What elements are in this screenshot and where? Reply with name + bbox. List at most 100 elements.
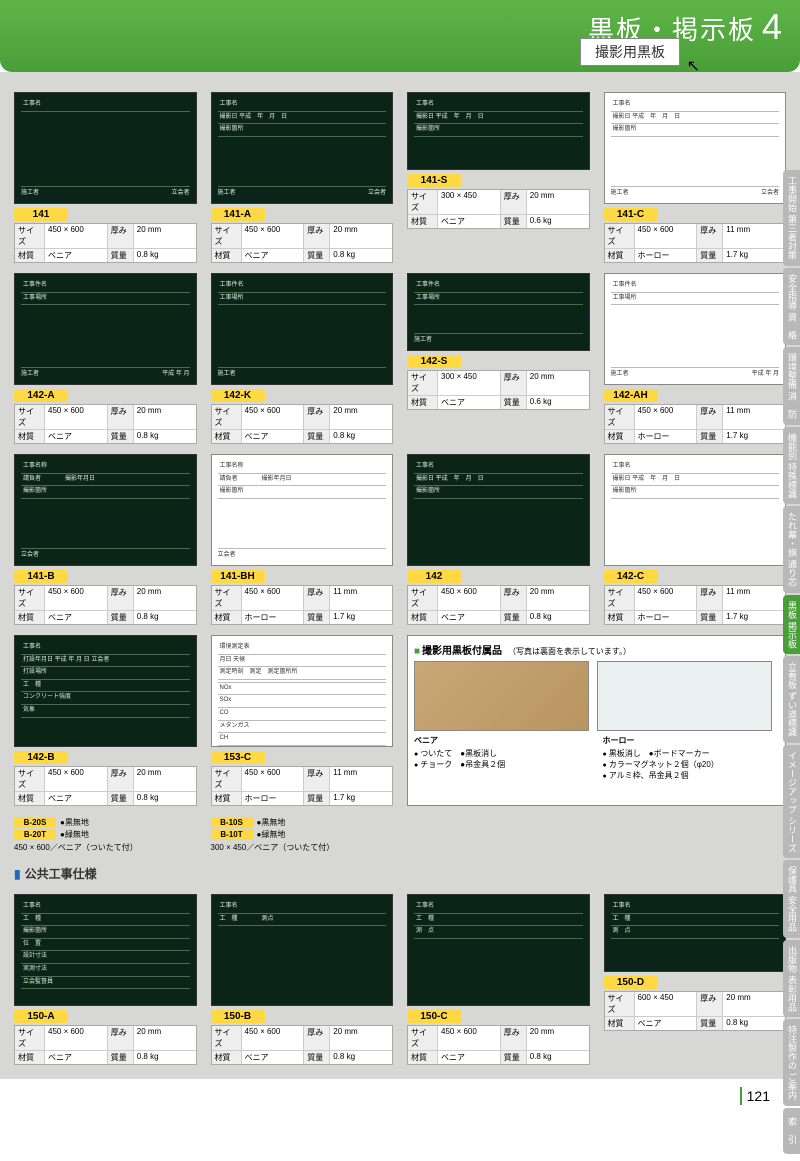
- side-tab[interactable]: 環境整備 消 防: [783, 347, 800, 425]
- product-141-S: 工事名撮影日 平成 年 月 日撮影箇所 141-S サイズ300 × 450厚み…: [407, 92, 590, 263]
- spec-table: サイズ450 × 600厚み20 mm 材質ベニア質量0.8 kg: [211, 404, 394, 444]
- product-142-S: 工事件名工事場所施工者 142-S サイズ300 × 450厚み20 mm 材質…: [407, 273, 590, 444]
- product-142-A: 工事件名工事場所施工者 平成 年 月 142-A サイズ450 × 600厚み2…: [14, 273, 197, 444]
- spec-table: サイズ450 × 600厚み11 mm 材質ホーロー質量1.7 kg: [604, 223, 787, 263]
- product-141-B: 工事名称請負者 撮影年月日撮影箇所立会者 141-B サイズ450 × 600厚…: [14, 454, 197, 625]
- product-label: 141-C: [604, 208, 658, 221]
- product-label: 141-A: [211, 208, 265, 221]
- product-150-C: 工事名工 種測 点 150-C サイズ450 × 600厚み20 mm 材質ベニ…: [407, 894, 590, 1065]
- side-tab[interactable]: 特注製作の ご案内: [783, 1019, 800, 1106]
- side-tab[interactable]: イメージアップ シリーズ: [783, 745, 800, 859]
- product-label: 141-S: [407, 174, 461, 187]
- side-tabs: 工事開始 第三者対策安全指導 資 格環境整備 消 防機能別 特殊標識たれ幕・旗 …: [783, 170, 800, 1154]
- board-image: 工事名称請負者 撮影年月日撮影箇所立会者: [211, 454, 394, 566]
- page-header: 黒板・掲示板4 撮影用黒板 ↖: [0, 0, 800, 72]
- side-tab[interactable]: 工事開始 第三者対策: [783, 170, 800, 266]
- spec-table: サイズ450 × 600厚み20 mm 材質ベニア質量0.8 kg: [211, 223, 394, 263]
- board-image: 工事名打設年月日 平成 年 月 日 立会者打設場所工 種コンクリート強度気象: [14, 635, 197, 747]
- spec-table: サイズ450 × 600厚み20 mm 材質ベニア質量0.8 kg: [14, 404, 197, 444]
- board-image: 工事名撮影日 平成 年 月 日撮影箇所: [604, 454, 787, 566]
- product-142: 工事名撮影日 平成 年 月 日撮影箇所 142 サイズ450 × 600厚み20…: [407, 454, 590, 625]
- accessory-image-enamel: [597, 661, 772, 731]
- product-150-D: 工事名工 種測 点 150-D サイズ600 × 450厚み20 mm 材質ベニ…: [604, 894, 787, 1065]
- product-label: 142-AH: [604, 389, 658, 402]
- subheader: 撮影用黒板: [580, 38, 680, 66]
- product-label: 150-C: [407, 1010, 461, 1023]
- side-tab[interactable]: 機能別 特殊標識: [783, 427, 800, 505]
- content-area: 工事名施工者立会者 141 サイズ450 × 600厚み20 mm 材質ベニア質…: [0, 72, 800, 1079]
- board-image: 環境測定表月日 天候測定時刻 測定 測定箇所所NOxSOxCOメタンガスCH: [211, 635, 394, 747]
- header-number: 4: [762, 6, 784, 47]
- board-image: 工事名撮影日 平成 年 月 日撮影箇所施工者立会者: [211, 92, 394, 204]
- accessory-box: 撮影用黒板付属品 （写真は裏面を表示しています。） ベニアついたて ●黒板消しチ…: [407, 635, 786, 806]
- spec-table: サイズ450 × 600厚み11 mm 材質ホーロー質量1.7 kg: [604, 404, 787, 444]
- variant-block: B-20S●黒無地B-20T●緑無地 450 × 600／ベニア（ついたて付）: [14, 816, 197, 853]
- variant-label: B-20S: [14, 817, 56, 828]
- page-number: 121: [0, 1079, 800, 1113]
- side-tab[interactable]: 索 引: [783, 1108, 800, 1154]
- product-141-A: 工事名撮影日 平成 年 月 日撮影箇所施工者立会者 141-A サイズ450 ×…: [211, 92, 394, 263]
- spec-table: サイズ450 × 600厚み20 mm 材質ベニア質量0.8 kg: [407, 1025, 590, 1065]
- variant-block: B-10S●黒無地B-10T●緑無地 300 × 450／ベニア（ついたて付）: [211, 816, 394, 853]
- variant-label: B-10S: [211, 817, 253, 828]
- cursor-icon: ↖: [687, 56, 700, 76]
- product-label: 150-B: [211, 1010, 265, 1023]
- spec-table: サイズ450 × 600厚み20 mm 材質ベニア質量0.8 kg: [211, 1025, 394, 1065]
- spec-table: サイズ300 × 450厚み20 mm 材質ベニア質量0.6 kg: [407, 370, 590, 410]
- product-label: 141-B: [14, 570, 68, 583]
- board-image: 工事名撮影日 平成 年 月 日撮影箇所施工者立会者: [604, 92, 787, 204]
- product-label: 150-A: [14, 1010, 68, 1023]
- section-title: 公共工事仕様: [14, 863, 786, 884]
- board-image: 工事件名工事場所施工者: [407, 273, 590, 351]
- board-image: 工事件名工事場所施工者 平成 年 月: [604, 273, 787, 385]
- product-label: 142-A: [14, 389, 68, 402]
- spec-table: サイズ450 × 600厚み20 mm 材質ベニア質量0.8 kg: [14, 223, 197, 263]
- board-image: 工事名施工者立会者: [14, 92, 197, 204]
- board-image: 工事名工 種 測点: [211, 894, 394, 1006]
- spec-table: サイズ600 × 450厚み20 mm 材質ベニア質量0.8 kg: [604, 991, 787, 1031]
- accessory-image-veneer: [414, 661, 589, 731]
- product-label: 142-S: [407, 355, 461, 368]
- product-142-B: 工事名打設年月日 平成 年 月 日 立会者打設場所工 種コンクリート強度気象 1…: [14, 635, 197, 806]
- board-image: 工事名工 種測 点: [407, 894, 590, 1006]
- board-image: 工事名称請負者 撮影年月日撮影箇所立会者: [14, 454, 197, 566]
- board-image: 工事名撮影日 平成 年 月 日撮影箇所: [407, 454, 590, 566]
- product-label: 142: [407, 570, 461, 583]
- product-label: 142-B: [14, 751, 68, 764]
- product-141: 工事名施工者立会者 141 サイズ450 × 600厚み20 mm 材質ベニア質…: [14, 92, 197, 263]
- product-141-BH: 工事名称請負者 撮影年月日撮影箇所立会者 141-BH サイズ450 × 600…: [211, 454, 394, 625]
- spec-table: サイズ450 × 600厚み20 mm 材質ベニア質量0.8 kg: [407, 585, 590, 625]
- spec-table: サイズ450 × 600厚み11 mm 材質ホーロー質量1.7 kg: [604, 585, 787, 625]
- spec-table: サイズ300 × 450厚み20 mm 材質ベニア質量0.6 kg: [407, 189, 590, 229]
- product-label: 141-BH: [211, 570, 265, 583]
- side-tab[interactable]: 出版物 表彰用品: [783, 940, 800, 1018]
- board-image: 工事名撮影日 平成 年 月 日撮影箇所: [407, 92, 590, 170]
- product-label: 150-D: [604, 976, 658, 989]
- product-label: 141: [14, 208, 68, 221]
- side-tab[interactable]: 黒板 掲示板: [783, 595, 800, 655]
- spec-table: サイズ450 × 600厚み11 mm 材質ホーロー質量1.7 kg: [211, 766, 394, 806]
- board-image: 工事件名工事場所施工者: [211, 273, 394, 385]
- side-tab[interactable]: 保護具 安全用品: [783, 860, 800, 938]
- variant-label: B-10T: [211, 829, 253, 840]
- spec-table: サイズ450 × 600厚み20 mm 材質ベニア質量0.8 kg: [14, 585, 197, 625]
- product-142-K: 工事件名工事場所施工者 142-K サイズ450 × 600厚み20 mm 材質…: [211, 273, 394, 444]
- product-142-C: 工事名撮影日 平成 年 月 日撮影箇所 142-C サイズ450 × 600厚み…: [604, 454, 787, 625]
- spec-table: サイズ450 × 600厚み11 mm 材質ホーロー質量1.7 kg: [211, 585, 394, 625]
- side-tab[interactable]: 安全指導 資 格: [783, 268, 800, 346]
- product-label: 142-K: [211, 389, 265, 402]
- product-150-B: 工事名工 種 測点 150-B サイズ450 × 600厚み20 mm 材質ベニ…: [211, 894, 394, 1065]
- product-153-C: 環境測定表月日 天候測定時刻 測定 測定箇所所NOxSOxCOメタンガスCH 1…: [211, 635, 394, 806]
- board-image: 工事名工 種撮影箇所位 置設計寸法実測寸法立会監督員: [14, 894, 197, 1006]
- spec-table: サイズ450 × 600厚み20 mm 材質ベニア質量0.8 kg: [14, 766, 197, 806]
- variant-label: B-20T: [14, 829, 56, 840]
- side-tab[interactable]: たれ幕・旗 通り芯: [783, 506, 800, 593]
- board-image: 工事名工 種測 点: [604, 894, 787, 972]
- product-150-A: 工事名工 種撮影箇所位 置設計寸法実測寸法立会監督員 150-A サイズ450 …: [14, 894, 197, 1065]
- product-141-C: 工事名撮影日 平成 年 月 日撮影箇所施工者立会者 141-C サイズ450 ×…: [604, 92, 787, 263]
- product-142-AH: 工事件名工事場所施工者 平成 年 月 142-AH サイズ450 × 600厚み…: [604, 273, 787, 444]
- spec-table: サイズ450 × 600厚み20 mm 材質ベニア質量0.8 kg: [14, 1025, 197, 1065]
- side-tab[interactable]: 立看板 ずい道標識: [783, 656, 800, 743]
- product-label: 142-C: [604, 570, 658, 583]
- board-image: 工事件名工事場所施工者 平成 年 月: [14, 273, 197, 385]
